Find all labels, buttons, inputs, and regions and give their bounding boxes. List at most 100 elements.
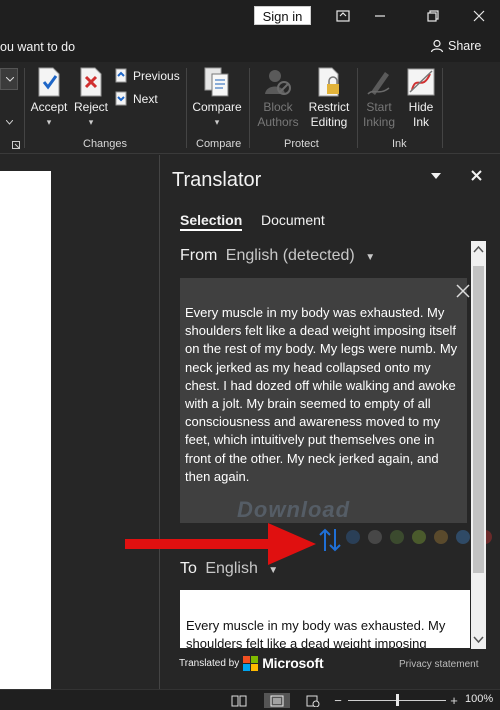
reject-button[interactable]: Reject ▾ — [72, 66, 110, 130]
translated-text-box[interactable]: Every muscle in my body was exhausted. M… — [180, 590, 470, 648]
from-label: From — [180, 247, 218, 264]
chevron-down-icon[interactable] — [6, 120, 13, 125]
read-mode-icon[interactable] — [230, 693, 248, 708]
compare-dropdown-icon: ▾ — [214, 117, 220, 127]
translated-by-footer: Translated by Microsoft — [179, 655, 324, 671]
previous-label: Previous — [133, 68, 180, 83]
microsoft-brand: Microsoft — [262, 655, 324, 671]
from-language-selector[interactable]: From English (detected) ▼ — [180, 247, 375, 265]
status-bar: − + 100% — [0, 689, 500, 710]
start-inking-button[interactable]: Start Inking — [360, 66, 398, 130]
tell-me-bar: ou want to do Share — [0, 32, 500, 62]
group-separator — [186, 68, 187, 148]
watermark-dot — [412, 530, 426, 544]
start-inking-label-1: Start — [366, 100, 392, 114]
protect-group-label: Protect — [284, 138, 319, 150]
hide-ink-label-1: Hide — [408, 100, 434, 114]
compare-button[interactable]: Compare ▾ — [190, 66, 244, 130]
hide-ink-icon — [407, 68, 435, 96]
reject-label: Reject — [73, 100, 108, 114]
privacy-statement-link[interactable]: Privacy statement — [399, 659, 478, 670]
restrict-editing-icon — [318, 67, 339, 97]
translated-by-label: Translated by — [179, 657, 240, 669]
share-label: Share — [448, 39, 482, 53]
watermark-dot — [434, 530, 448, 544]
block-authors-label-1: Block — [263, 100, 293, 114]
clear-text-icon[interactable] — [454, 282, 472, 300]
person-icon — [430, 39, 444, 53]
dialog-launcher-icon[interactable] — [12, 141, 20, 149]
watermark-dot — [346, 530, 360, 544]
block-authors-label-2: Authors — [257, 115, 299, 129]
red-arrow-annotation — [125, 523, 316, 565]
watermark-dot — [456, 530, 470, 544]
group-separator — [249, 68, 250, 148]
translator-title: Translator — [172, 169, 262, 191]
hide-ink-label-2: Ink — [412, 115, 429, 129]
restore-icon[interactable] — [420, 4, 446, 28]
accept-button[interactable]: Accept ▾ — [28, 66, 70, 130]
scroll-up-icon[interactable] — [473, 244, 484, 256]
reject-dropdown-icon: ▾ — [88, 117, 94, 127]
close-pane-icon[interactable] — [471, 170, 482, 181]
pane-options-icon[interactable] — [431, 173, 441, 180]
zoom-level[interactable]: 100% — [465, 693, 493, 705]
changes-group-label: Changes — [83, 138, 128, 150]
microsoft-logo-icon — [243, 655, 259, 671]
source-text: Every muscle in my body was exhausted. M… — [185, 305, 458, 484]
restrict-editing-button[interactable]: Restrict Editing — [304, 66, 354, 130]
close-window-icon[interactable] — [466, 4, 492, 28]
zoom-out-icon[interactable]: − — [332, 693, 344, 708]
watermark-dot — [368, 530, 382, 544]
minimize-icon[interactable] — [367, 4, 393, 28]
document-canvas — [0, 155, 159, 689]
restrict-editing-label-2: Editing — [310, 115, 348, 129]
sign-in-button[interactable]: Sign in — [254, 6, 311, 25]
compare-label: Compare — [192, 100, 242, 114]
ribbon-display-options-icon[interactable] — [330, 4, 356, 28]
from-language: English (detected) — [225, 247, 355, 264]
previous-button[interactable]: Previous — [114, 68, 180, 83]
swap-languages-icon[interactable] — [318, 527, 342, 553]
ink-group-label: Ink — [392, 138, 407, 150]
title-bar: Sign in — [0, 0, 500, 32]
tab-selection[interactable]: Selection — [180, 212, 243, 231]
next-change-icon — [115, 91, 127, 106]
web-layout-icon[interactable] — [304, 693, 322, 708]
watermark-dot — [390, 530, 404, 544]
share-button[interactable]: Share — [430, 39, 481, 53]
dropdown-stub[interactable] — [0, 68, 18, 90]
start-inking-icon — [367, 72, 390, 95]
print-layout-icon[interactable] — [264, 693, 290, 708]
compare-icon — [204, 67, 229, 97]
group-separator — [442, 68, 443, 148]
start-inking-label-2: Inking — [362, 115, 396, 129]
scrollbar-thumb[interactable] — [473, 266, 484, 573]
translator-pane: Translator Selection Document From Engli… — [160, 155, 500, 689]
group-separator — [24, 68, 25, 148]
pane-scrollbar[interactable] — [471, 241, 486, 649]
tell-me-input[interactable]: ou want to do — [0, 40, 75, 54]
previous-change-icon — [115, 68, 127, 83]
accept-dropdown-icon: ▾ — [46, 117, 52, 127]
accept-document-icon — [38, 67, 60, 97]
chevron-down-icon: ▼ — [365, 252, 376, 263]
next-button[interactable]: Next — [114, 91, 158, 106]
restrict-editing-label-1: Restrict — [308, 100, 350, 114]
source-text-box[interactable]: Every muscle in my body was exhausted. M… — [180, 278, 470, 523]
block-authors-button[interactable]: Block Authors — [252, 66, 304, 130]
next-label: Next — [133, 91, 158, 106]
group-separator — [357, 68, 358, 148]
compare-group-label: Compare — [196, 138, 242, 150]
block-authors-icon — [265, 70, 291, 95]
accept-label: Accept — [30, 100, 68, 114]
tab-document[interactable]: Document — [261, 212, 325, 228]
zoom-slider-thumb[interactable] — [396, 694, 399, 706]
translated-text: Every muscle in my body was exhausted. M… — [186, 618, 446, 648]
reject-document-icon — [80, 67, 102, 97]
hide-ink-button[interactable]: Hide Ink — [402, 66, 440, 130]
zoom-in-icon[interactable]: + — [448, 693, 460, 708]
scroll-down-icon[interactable] — [473, 633, 484, 645]
ribbon: Accept ▾ Reject ▾ Previous Next Changes … — [0, 62, 500, 154]
document-page[interactable] — [0, 171, 51, 689]
